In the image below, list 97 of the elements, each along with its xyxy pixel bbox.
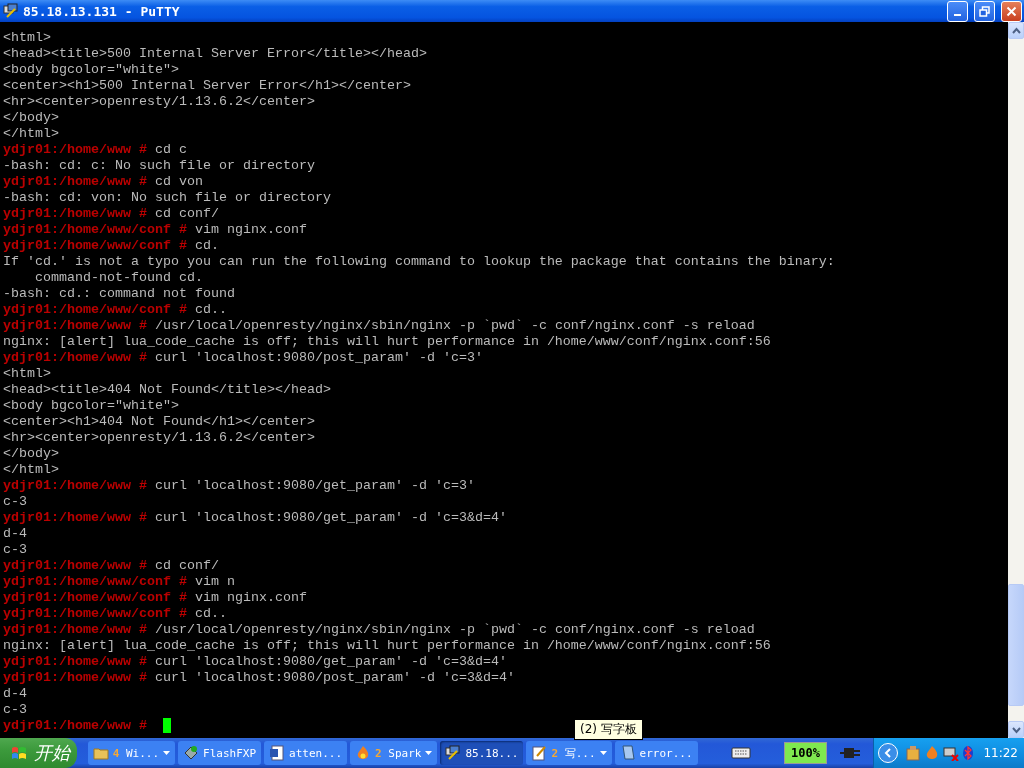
battery-percentage: 100% [783, 742, 828, 764]
clipboard-icon [905, 745, 922, 761]
shell-prompt: ydjr01:/home/www # [3, 350, 147, 366]
output-text: </html> [3, 126, 59, 142]
output-text: command-not-found cd. [34, 270, 203, 286]
shell-prompt: ydjr01:/home/www # [3, 318, 147, 334]
command-text: cd c [154, 142, 187, 158]
output-text: </body> [3, 446, 59, 462]
notepad-icon [531, 745, 548, 761]
output-text: </body> [3, 110, 59, 126]
output-text: If 'cd.' is not a typo you can run the following command to lookup the package that contains the binary: [3, 254, 835, 270]
taskbar-button[interactable]: atten... [264, 741, 348, 765]
minimize-button[interactable] [947, 0, 968, 22]
terminal-icon [445, 745, 462, 761]
command-text: vim nginx.conf [194, 222, 307, 238]
output-text: nginx: [alert] lua_code_cache is off; this will hurt performance in /home/www/conf/nginx.conf:56 [3, 638, 771, 654]
output-text: <body bgcolor="white"> [3, 62, 179, 78]
minimize-icon [954, 14, 961, 16]
shell-prompt: ydjr01:/home/www # [3, 478, 147, 494]
shell-prompt: ydjr01:/home/www/conf # [3, 590, 187, 606]
restore-button[interactable] [974, 0, 995, 22]
shell-prompt: ydjr01:/home/www/conf # [3, 606, 187, 622]
output-text: <hr><center>openresty/1.13.6.2</center> [3, 430, 315, 446]
shell-prompt: ydjr01:/home/www # [3, 510, 147, 526]
command-text: cd conf/ [154, 206, 219, 222]
command-text: cd von [154, 174, 203, 190]
shell-prompt: ydjr01:/home/www/conf # [3, 302, 187, 318]
output-text: -bash: cd.: command not found [3, 286, 235, 302]
network-disconnected-icon [943, 745, 960, 761]
scrollbar-thumb[interactable] [1008, 584, 1024, 706]
shell-prompt: ydjr01:/home/www/conf # [3, 238, 187, 254]
restore-icon [979, 5, 990, 17]
chevron-down-icon [1011, 725, 1021, 734]
taskbar-button[interactable]: FlashFXP [178, 741, 262, 765]
output-text: -bash: cd: von: No such file or directory [3, 190, 331, 206]
shell-prompt: ydjr01:/home/www/conf # [3, 574, 187, 590]
shell-prompt: ydjr01:/home/www # [3, 718, 147, 734]
chevron-left-icon [883, 747, 894, 759]
taskbar-button[interactable]: 4 Wi... [87, 741, 176, 765]
command-text: cd. [194, 238, 219, 254]
shell-prompt: ydjr01:/home/www # [3, 558, 147, 574]
output-text: <html> [3, 366, 51, 382]
close-button[interactable] [1001, 0, 1022, 22]
output-text: <head><title>500 Internal Server Error</title></head> [3, 46, 427, 62]
shell-prompt: ydjr01:/home/www # [3, 622, 147, 638]
shell-prompt: ydjr01:/home/www # [3, 654, 147, 670]
output-text: d-4 [3, 526, 27, 542]
start-button[interactable]: 开始 [0, 738, 77, 768]
taskbar-button[interactable]: 2 Spark [350, 741, 438, 765]
keyboard-icon [730, 744, 751, 762]
show-hidden-icons-button[interactable] [878, 743, 899, 763]
command-text: cd.. [194, 606, 227, 622]
output-text: -bash: cd: c: No such file or directory [3, 158, 315, 174]
windows-logo-icon [10, 745, 28, 761]
folder-icon [92, 745, 109, 761]
output-text: <center><h1>500 Internal Server Error</h1></center> [3, 78, 411, 94]
output-text: c-3 [3, 494, 27, 510]
notepad-icon [619, 745, 636, 761]
scroll-up-button[interactable] [1008, 22, 1024, 39]
clock: 11:22 [983, 746, 1018, 760]
command-text: /usr/local/openresty/nginx/sbin/nginx -p `pwd` -c conf/nginx.conf -s reload [154, 318, 755, 334]
command-text: vim nginx.conf [194, 590, 307, 606]
tooltip: (2) 写字板 [574, 719, 643, 740]
command-text: vim n [194, 574, 235, 590]
chevron-up-icon [1011, 26, 1021, 35]
output-text: </html> [3, 462, 59, 478]
output-text: <head><title>404 Not Found</title></head> [3, 382, 331, 398]
bluetooth-icon [962, 745, 975, 761]
shell-prompt: ydjr01:/home/www # [3, 142, 147, 158]
scroll-down-button[interactable] [1008, 721, 1024, 738]
shell-prompt: ydjr01:/home/www # [3, 206, 147, 222]
taskbar-button[interactable]: 2 写... [526, 741, 612, 765]
close-icon [1006, 5, 1017, 17]
output-text: c-3 [3, 542, 27, 558]
output-text: <center><h1>404 Not Found</h1></center> [3, 414, 315, 430]
putty-icon [3, 3, 19, 19]
command-text: curl 'localhost:9080/post_param' -d 'c=3' [154, 350, 483, 366]
output-text: nginx: [alert] lua_code_cache is off; this will hurt performance in /home/www/conf/nginx.conf:56 [3, 334, 771, 350]
taskbar-button[interactable]: error... [614, 741, 698, 765]
window-title: 85.18.13.131 - PuTTY [23, 3, 181, 19]
document-icon [269, 745, 286, 761]
command-text: curl 'localhost:9080/get_param' -d 'c=3' [154, 478, 475, 494]
output-text: c-3 [3, 702, 27, 718]
command-text: curl 'localhost:9080/post_param' -d 'c=3&d=4' [154, 670, 515, 686]
shell-prompt: ydjr01:/home/www/conf # [3, 222, 187, 238]
command-text: cd.. [194, 302, 227, 318]
output-text: <html> [3, 30, 51, 46]
output-text: d-4 [3, 686, 27, 702]
command-text: curl 'localhost:9080/get_param' -d 'c=3&d=4' [154, 510, 507, 526]
shell-prompt: ydjr01:/home/www # [3, 174, 147, 190]
output-text: <body bgcolor="white"> [3, 398, 179, 414]
shell-prompt: ydjr01:/home/www # [3, 670, 147, 686]
command-text: curl 'localhost:9080/get_param' -d 'c=3&d=4' [154, 654, 507, 670]
output-text: <hr><center>openresty/1.13.6.2</center> [3, 94, 315, 110]
command-text: cd conf/ [154, 558, 219, 574]
taskbar-button[interactable]: 85.18... [440, 741, 524, 765]
command-text: /usr/local/openresty/nginx/sbin/nginx -p `pwd` -c conf/nginx.conf -s reload [154, 622, 755, 638]
